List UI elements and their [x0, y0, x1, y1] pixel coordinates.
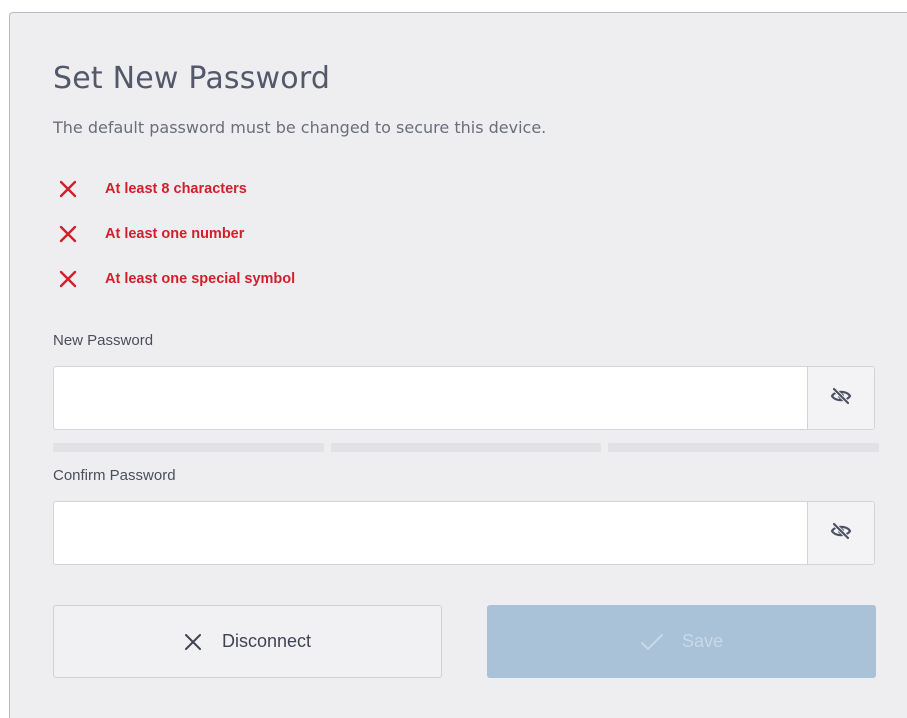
password-strength-meter: [53, 443, 880, 452]
requirement-label: At least 8 characters: [105, 181, 247, 197]
new-password-field: [53, 366, 875, 430]
toggle-new-password-visibility-button[interactable]: [807, 367, 874, 429]
strength-segment: [53, 443, 324, 452]
requirement-label: At least one special symbol: [105, 271, 296, 287]
dialog-title: Set New Password: [53, 61, 331, 96]
eye-slash-icon: [830, 387, 852, 409]
confirm-password-label: Confirm Password: [53, 467, 176, 484]
set-password-dialog: Set New Password The default password mu…: [9, 12, 907, 718]
save-button-label: Save: [681, 631, 724, 651]
dialog-subtitle: The default password must be changed to …: [53, 118, 547, 137]
requirement-item: At least one special symbol: [58, 267, 295, 291]
checkmark-icon: [640, 633, 664, 651]
new-password-label: New Password: [53, 332, 154, 349]
new-password-input[interactable]: [54, 367, 807, 429]
disconnect-button-label: Disconnect: [221, 631, 312, 651]
x-mark-icon: [184, 633, 202, 651]
requirement-label: At least one number: [105, 226, 245, 242]
x-mark-icon: [58, 269, 78, 289]
strength-segment: [608, 443, 880, 452]
eye-slash-icon: [830, 522, 852, 544]
save-button[interactable]: Save: [487, 605, 876, 678]
strength-segment: [330, 443, 602, 452]
requirement-item: At least 8 characters: [58, 177, 295, 201]
x-mark-icon: [58, 179, 78, 199]
confirm-password-input[interactable]: [54, 502, 807, 564]
toggle-confirm-password-visibility-button[interactable]: [807, 502, 874, 564]
password-requirements: At least 8 characters At least one numbe…: [58, 177, 295, 312]
x-mark-icon: [58, 224, 78, 244]
requirement-item: At least one number: [58, 222, 295, 246]
confirm-password-field: [53, 501, 875, 565]
disconnect-button[interactable]: Disconnect: [53, 605, 442, 678]
